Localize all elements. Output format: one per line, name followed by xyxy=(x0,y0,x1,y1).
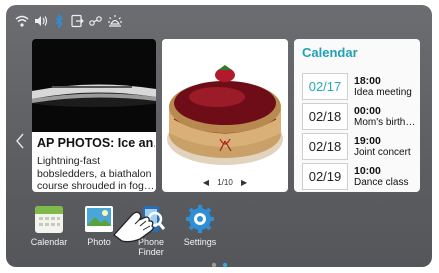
network-icon xyxy=(88,14,104,30)
page-dot-active[interactable] xyxy=(222,262,228,267)
event-title: Mom's birth… xyxy=(354,117,416,128)
news-summary: Lightning-fast bobsledders, a biathalon … xyxy=(37,155,155,192)
app-label: Calendar xyxy=(30,237,68,247)
photo-pager: ◀ 1/10 ▶ xyxy=(162,176,288,190)
news-headline: AP PHOTOS: Ice an… xyxy=(37,136,155,150)
brightness-icon xyxy=(107,14,123,30)
calendar-card[interactable]: Calendar 02/17 18:00 Idea meeting 02/18 … xyxy=(294,39,420,192)
photo-icon xyxy=(83,203,115,235)
event-time: 19:00 xyxy=(354,135,381,147)
touch-hand-icon xyxy=(112,205,156,250)
page-indicator xyxy=(211,255,235,267)
event-time: 10:00 xyxy=(354,165,381,177)
photo-page-counter: 1/10 xyxy=(217,178,233,187)
event-title: Joint concert xyxy=(354,147,411,158)
news-card[interactable]: AP PHOTOS: Ice an… Lightning-fast bobsle… xyxy=(32,39,156,192)
previous-page-chevron-icon[interactable] xyxy=(16,133,24,154)
settings-icon xyxy=(184,203,216,235)
calendar-icon xyxy=(33,203,65,235)
event-time: 18:00 xyxy=(354,75,381,87)
wifi-icon xyxy=(15,14,29,30)
calendar-event[interactable]: 02/18 19:00 Joint concert xyxy=(302,133,418,160)
event-title: Idea meeting xyxy=(354,87,412,98)
calendar-event[interactable]: 02/18 00:00 Mom's birth… xyxy=(302,103,418,130)
next-photo-icon[interactable]: ▶ xyxy=(241,176,247,190)
event-date: 02/18 xyxy=(302,133,348,160)
event-time: 00:00 xyxy=(354,105,381,117)
event-date: 02/19 xyxy=(302,163,348,190)
news-photo xyxy=(32,39,156,132)
photo-card[interactable]: ◀ 1/10 ▶ xyxy=(162,39,288,192)
calendar-event[interactable]: 02/19 10:00 Dance class xyxy=(302,163,418,190)
settings-app[interactable]: Settings xyxy=(175,203,225,247)
event-date: 02/17 xyxy=(302,73,348,100)
calendar-title: Calendar xyxy=(302,45,358,60)
volume-icon xyxy=(33,14,49,30)
page-dot[interactable] xyxy=(211,262,217,267)
event-date: 02/18 xyxy=(302,103,348,130)
screen-mirror-icon xyxy=(70,14,84,30)
calendar-app[interactable]: Calendar xyxy=(24,203,74,247)
app-label: Settings xyxy=(183,237,217,247)
prev-photo-icon[interactable]: ◀ xyxy=(203,176,209,190)
bluetooth-icon xyxy=(54,14,64,30)
calendar-event[interactable]: 02/17 18:00 Idea meeting xyxy=(302,73,418,100)
strawberry-pie-photo xyxy=(162,39,288,175)
screen: AP PHOTOS: Ice an… Lightning-fast bobsle… xyxy=(6,5,432,267)
event-title: Dance class xyxy=(354,177,409,188)
